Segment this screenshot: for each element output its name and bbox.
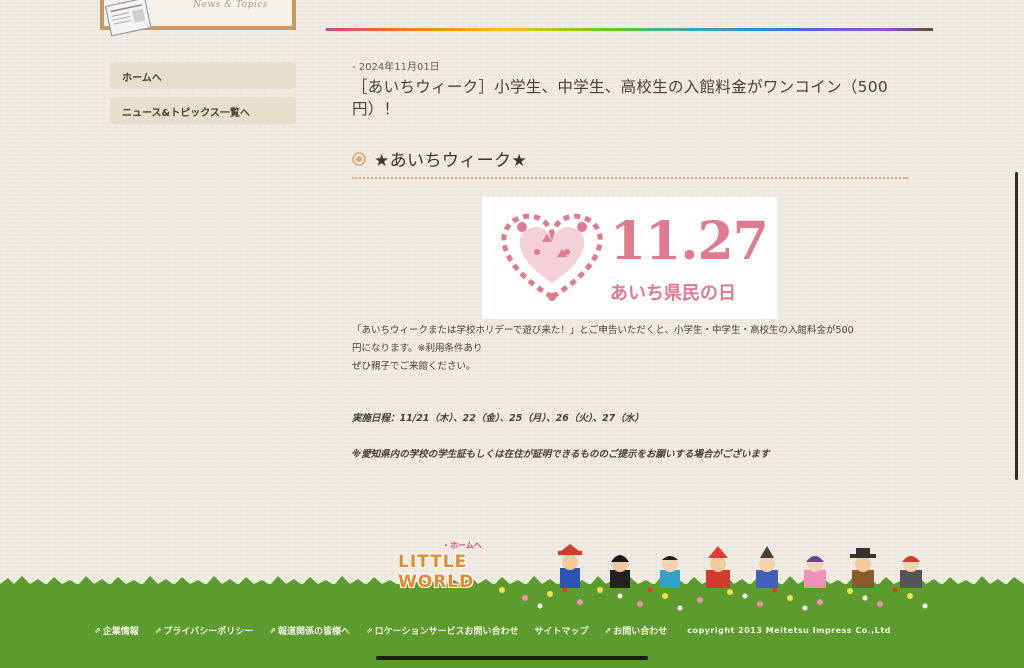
footer-link-contact[interactable]: ⇗ お問い合わせ [605, 624, 668, 637]
rainbow-divider [326, 28, 933, 31]
aichi-kenmin-day-banner: 11.27 あいち県民の日 [482, 197, 777, 319]
external-link-icon: ⇗ [154, 626, 162, 635]
body-line: 「あいちウィークまたは学校ホリデーで遊び来た！」とご申告いただくと、小学生・中学… [352, 325, 854, 336]
character-figure [756, 546, 778, 588]
character-figure [850, 548, 876, 588]
footer-link-company[interactable]: ⇗ 企業情報 [94, 624, 139, 637]
body-line: ぜひ親子でご来館ください。 [352, 361, 476, 372]
footer-link-privacy[interactable]: ⇗ プライバシーポリシー [155, 624, 254, 637]
external-link-icon: ⇗ [94, 626, 101, 635]
character-figure [706, 546, 730, 588]
logo-home-label: ・ホームへ [442, 541, 482, 550]
footer-link-label: プライバシーポリシー [163, 627, 254, 637]
flowers-decoration [499, 587, 928, 611]
vertical-scrollbar[interactable] [1015, 172, 1018, 480]
body-line: 円になります。※利用条件あり [352, 343, 483, 354]
sidebar-item-label: ニュース&トピックス一覧へ [122, 108, 250, 119]
copyright-text: copyright 2013 Meitetsu Impress Co.,Ltd [687, 626, 891, 635]
dotted-divider [352, 177, 908, 179]
sidebar-item-home[interactable]: ホームへ [110, 62, 296, 88]
home-indicator[interactable] [376, 656, 648, 660]
note-text: ※愛知県内の学校の学生証もしくは在住が証明できるもののご提示をお願いする場合がご… [352, 449, 770, 460]
external-link-icon: ⇗ [269, 626, 276, 635]
sidebar-item-label: ホームへ [122, 73, 162, 84]
footer-link-press[interactable]: ⇗ 報道関係の皆様へ [269, 624, 350, 637]
footer-link-label: お問い合わせ [613, 627, 668, 637]
newspaper-icon [104, 0, 152, 37]
banner-caption: あいち県民の日 [610, 283, 736, 304]
character-figure [558, 544, 582, 588]
news-topics-label: News & Topics [193, 0, 268, 10]
footer-link-label: ロケーションサービスお問い合わせ [374, 627, 519, 637]
banner-number: 11.27 [610, 211, 769, 272]
ring-bullet-icon [352, 151, 366, 166]
article-title: ［あいちウィーク］小学生、中学生、高校生の入館料金がワンコイン（500円）！ [352, 78, 889, 118]
footer-link-location[interactable]: ⇗ ロケーションサービスお問い合わせ [366, 624, 519, 637]
external-link-icon: ⇗ [365, 626, 373, 635]
article-date: - 2024年11月01日 [352, 62, 440, 73]
external-link-icon: ⇗ [604, 626, 612, 635]
footer-link-sitemap[interactable]: サイトマップ [535, 624, 589, 637]
sidebar-item-news-list[interactable]: ニュース&トピックス一覧へ [110, 97, 296, 123]
little-world-home-logo[interactable]: ・ホームへ LITTLE WORLD [396, 540, 546, 592]
section-heading: ★あいちウィーク★ [352, 146, 527, 171]
footer-link-label: 報道関係の皆様へ [277, 627, 350, 637]
footer-link-label: 企業情報 [102, 627, 139, 637]
characters-illustration [558, 544, 922, 588]
section-title: ★あいちウィーク★ [374, 151, 528, 171]
article-body: 「あいちウィークまたは学校ホリデーで遊び来た！」とご申告いただくと、小学生・中学… [352, 322, 912, 376]
footer-nav: ⇗ 企業情報 ⇗ プライバシーポリシー ⇗ 報道関係の皆様へ ⇗ ロケーションサービスお… [94, 624, 891, 637]
footer-link-label: サイトマップ [534, 627, 589, 637]
schedule-text: 実施日程：11/21（木）、22（金）、25（月）、26（火）、27（水） [352, 413, 644, 424]
